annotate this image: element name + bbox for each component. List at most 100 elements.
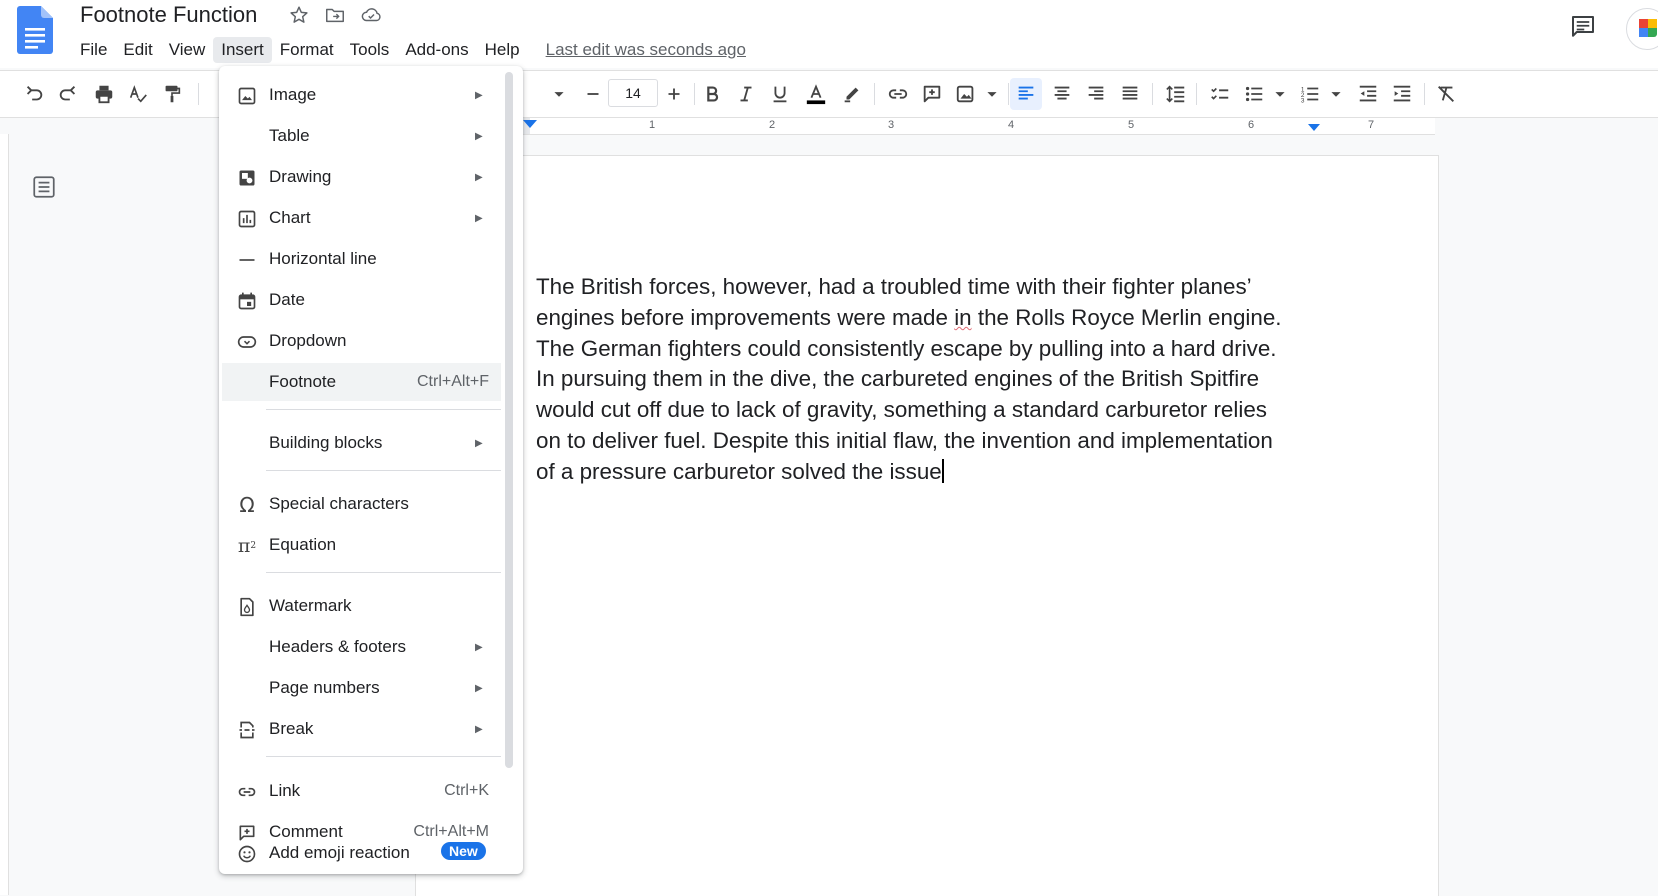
menu-item-date[interactable]: Date: [222, 281, 501, 319]
document-title[interactable]: Footnote Function: [80, 2, 257, 28]
meet-icon: [1639, 19, 1657, 37]
left-indent-marker[interactable]: [523, 120, 537, 128]
insert-link-icon[interactable]: [886, 82, 910, 106]
bold-icon[interactable]: [700, 82, 724, 106]
document-body-text[interactable]: The British forces, however, had a troub…: [536, 272, 1336, 488]
redo-icon[interactable]: [56, 82, 80, 106]
increase-font-size-icon[interactable]: [662, 82, 686, 106]
menu-separator: [266, 756, 501, 757]
align-right-icon[interactable]: [1084, 82, 1108, 106]
checklist-icon[interactable]: [1208, 82, 1232, 106]
menu-insert[interactable]: Insert: [213, 37, 272, 63]
menu-item-label: Headers & footers: [269, 637, 407, 656]
clear-formatting-icon[interactable]: [1434, 82, 1458, 106]
menu-add-ons[interactable]: Add-ons: [397, 37, 476, 63]
watermark-icon: [236, 596, 258, 618]
menu-item-dropdown[interactable]: Dropdown: [222, 322, 501, 360]
underline-icon[interactable]: [768, 82, 792, 106]
horizontal-ruler[interactable]: 1 2 3 4 5 6 7: [520, 118, 1435, 135]
image-chevron-down-icon[interactable]: [980, 82, 1004, 106]
document-page[interactable]: [416, 156, 1438, 896]
bulleted-list-icon[interactable]: [1242, 82, 1266, 106]
cloud-saved-icon[interactable]: [360, 4, 382, 26]
menu-format[interactable]: Format: [272, 37, 342, 63]
account-avatar[interactable]: [1626, 8, 1658, 50]
font-chevron-down-icon[interactable]: [547, 82, 571, 106]
menu-edit[interactable]: Edit: [115, 37, 160, 63]
undo-icon[interactable]: [22, 82, 46, 106]
decrease-indent-icon[interactable]: [1356, 82, 1380, 106]
text-line: would cut off due to lack of gravity, so…: [536, 397, 1267, 423]
menu-item-watermark[interactable]: Watermark: [222, 587, 501, 625]
numbered-list-icon[interactable]: 123: [1298, 82, 1322, 106]
new-badge: New: [441, 842, 486, 860]
menu-item-label: Page numbers: [269, 678, 380, 697]
insert-image-icon[interactable]: [954, 82, 978, 106]
calendar-icon: [236, 290, 258, 312]
menu-item-link[interactable]: Link Ctrl+K: [222, 772, 501, 810]
menu-item-page-numbers[interactable]: Page numbers ▶: [222, 669, 501, 707]
highlight-color-icon[interactable]: [840, 82, 864, 106]
menu-item-building-blocks[interactable]: Building blocks ▶: [222, 424, 501, 462]
submenu-arrow-icon: ▶: [475, 723, 483, 735]
spelling-suggestion-word[interactable]: in: [954, 305, 971, 330]
last-edit-link[interactable]: Last edit was seconds ago: [546, 40, 746, 60]
pi-icon: π2: [237, 535, 257, 557]
add-comment-icon[interactable]: [920, 82, 944, 106]
omega-icon: Ω: [239, 493, 255, 517]
right-indent-marker[interactable]: [1308, 124, 1320, 131]
horizontal-line-icon: [236, 249, 258, 271]
menu-help[interactable]: Help: [477, 37, 528, 63]
italic-icon[interactable]: [734, 82, 758, 106]
chart-icon: [236, 208, 258, 230]
docs-logo-icon[interactable]: [17, 6, 53, 54]
text-segment: engines before improvements were made: [536, 304, 955, 330]
submenu-arrow-icon: ▶: [475, 212, 483, 224]
move-to-folder-icon[interactable]: [324, 4, 346, 26]
menu-item-label: Chart: [269, 208, 311, 227]
comment-history-icon[interactable]: [1568, 12, 1598, 42]
menu-item-table[interactable]: Table ▶: [222, 117, 501, 155]
menu-item-headers-footers[interactable]: Headers & footers ▶: [222, 628, 501, 666]
text-line: engines before improvements were made in…: [536, 303, 1336, 334]
text-color-icon[interactable]: [804, 82, 828, 106]
menu-tools[interactable]: Tools: [342, 37, 398, 63]
menu-item-footnote[interactable]: Footnote Ctrl+Alt+F: [222, 363, 501, 401]
bullet-chevron-down-icon[interactable]: [1268, 82, 1292, 106]
menu-item-label: Building blocks: [269, 433, 383, 452]
document-outline-icon[interactable]: [31, 174, 57, 200]
line-spacing-icon[interactable]: [1164, 82, 1188, 106]
vertical-ruler[interactable]: [0, 134, 9, 895]
menu-item-label: Table: [269, 126, 310, 145]
menu-separator: [266, 409, 501, 410]
menu-separator: [266, 470, 501, 471]
menu-view[interactable]: View: [161, 37, 214, 63]
star-icon[interactable]: [288, 4, 310, 26]
menu-item-special-characters[interactable]: Ω Special characters: [222, 485, 501, 523]
menu-item-add-emoji-reaction-row[interactable]: Add emoji reaction New: [222, 836, 501, 870]
paint-format-icon[interactable]: [160, 82, 184, 106]
print-icon[interactable]: [92, 82, 116, 106]
submenu-arrow-icon: ▶: [475, 641, 483, 653]
align-center-icon[interactable]: [1050, 82, 1074, 106]
menu-item-drawing[interactable]: Drawing ▶: [222, 158, 501, 196]
decrease-font-size-icon[interactable]: [581, 82, 605, 106]
align-justify-icon[interactable]: [1118, 82, 1142, 106]
menu-file[interactable]: File: [72, 37, 115, 63]
menu-item-break[interactable]: Break ▶: [222, 710, 501, 748]
menu-item-chart[interactable]: Chart ▶: [222, 199, 501, 237]
increase-indent-icon[interactable]: [1390, 82, 1414, 106]
align-left-icon[interactable]: [1010, 78, 1042, 110]
number-chevron-down-icon[interactable]: [1324, 82, 1348, 106]
spellcheck-icon[interactable]: [126, 82, 150, 106]
text-line: The German fighters could consistently e…: [536, 335, 1277, 361]
menu-scrollbar[interactable]: [505, 72, 513, 768]
insert-menu-dropdown: Image ▶ Table ▶ Drawing ▶ Chart ▶ Horizo…: [219, 66, 523, 874]
menu-item-equation[interactable]: π2 Equation: [222, 526, 501, 564]
image-icon: [236, 85, 258, 107]
menu-item-image[interactable]: Image ▶: [222, 76, 501, 114]
font-size-input[interactable]: 14: [608, 79, 658, 107]
ruler-number: 6: [1248, 119, 1255, 131]
menu-item-horizontal-line[interactable]: Horizontal line: [222, 240, 501, 278]
submenu-arrow-icon: ▶: [475, 682, 483, 694]
